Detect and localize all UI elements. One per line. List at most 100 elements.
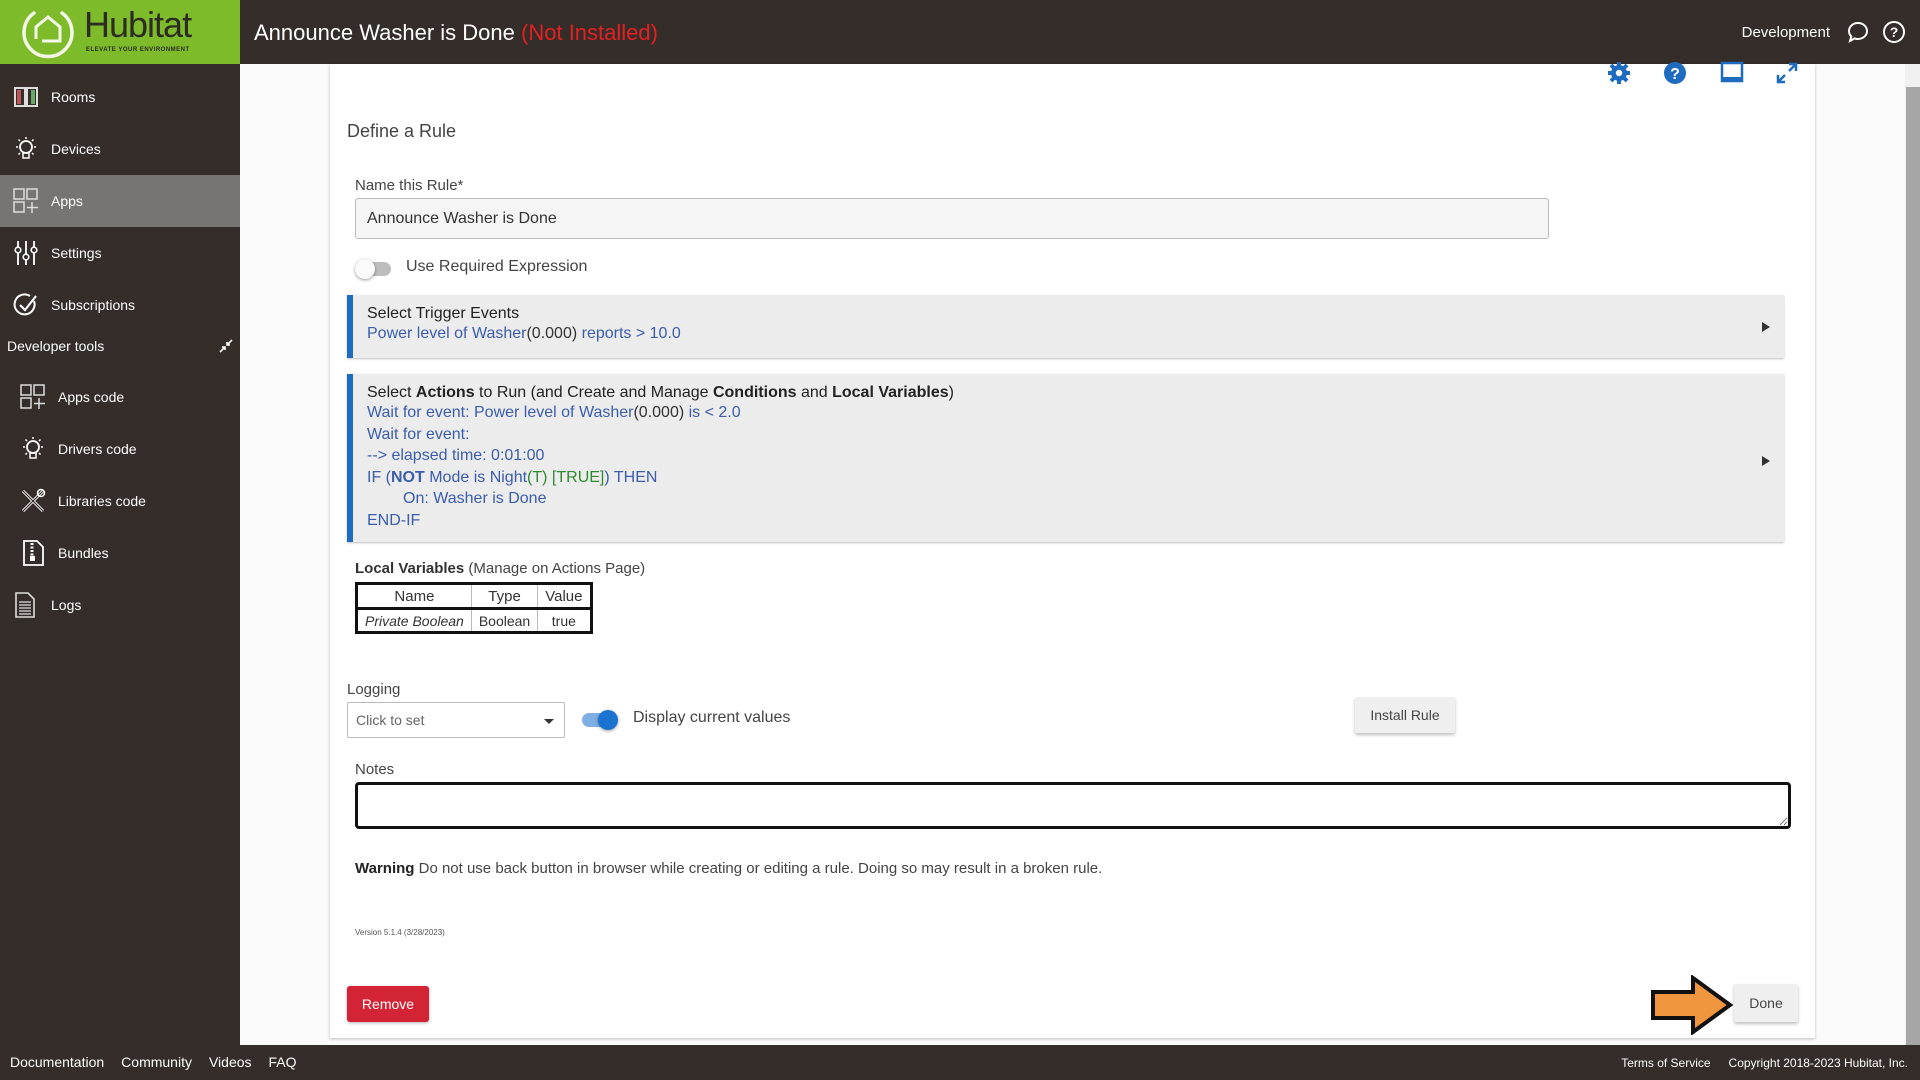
sidebar-item-drivers-code[interactable]: Drivers code	[0, 423, 240, 475]
sidebar-item-label: Apps	[51, 193, 83, 209]
sliders-icon	[14, 241, 38, 265]
app-title: Announce Washer is Done	[254, 20, 515, 45]
sidebar-item-label: Devices	[51, 141, 101, 157]
chat-icon[interactable]	[1846, 20, 1870, 44]
display-current-values-toggle[interactable]	[582, 710, 618, 730]
house-logo-icon	[22, 11, 74, 59]
footer-link-community[interactable]: Community	[121, 1054, 192, 1070]
footer-link-documentation[interactable]: Documentation	[10, 1054, 104, 1070]
rule-name-input[interactable]	[355, 198, 1549, 239]
window-icon[interactable]	[1719, 60, 1745, 86]
sidebar-item-logs[interactable]: Logs	[0, 579, 240, 631]
hubitat-logo[interactable]: Hubitat ELEVATE YOUR ENVIRONMENT	[0, 0, 240, 64]
notes-label: Notes	[355, 761, 395, 778]
brand-tagline: ELEVATE YOUR ENVIRONMENT	[86, 47, 190, 53]
help-icon[interactable]: ?	[1662, 60, 1688, 86]
trigger-events-title: Select Trigger Events	[367, 305, 520, 322]
page-title: Announce Washer is Done (Not Installed)	[254, 20, 658, 46]
copyright-text: Copyright 2018-2023 Hubitat, Inc.	[1728, 1056, 1908, 1070]
trigger-events-panel[interactable]: Select Trigger Events Power level of Was…	[347, 295, 1784, 358]
variable-value: true	[537, 608, 592, 633]
actions-panel[interactable]: Select Actions to Run (and Create and Ma…	[347, 374, 1784, 542]
rooms-icon	[14, 87, 38, 107]
bulb-icon	[23, 437, 43, 459]
developer-tools-label: Developer tools	[7, 338, 105, 354]
sidebar-item-label: Bundles	[58, 545, 109, 561]
sidebar-item-subscriptions[interactable]: Subscriptions	[0, 279, 240, 331]
rule-name-label: Name this Rule*	[355, 177, 464, 194]
local-variables-table: Name Type Value Private Boolean Boolean …	[355, 582, 593, 634]
action-line: Wait for event:	[367, 425, 470, 443]
pointer-arrow-icon	[1651, 975, 1734, 1035]
required-expression-toggle[interactable]	[355, 259, 391, 279]
footer-link-videos[interactable]: Videos	[209, 1054, 252, 1070]
toggle-knob	[598, 710, 618, 730]
footer-link-faq[interactable]: FAQ	[269, 1054, 297, 1070]
version-text: Version 5.1.4 (3/28/2023)	[355, 928, 445, 937]
sidebar-item-devices[interactable]: Devices	[0, 123, 240, 175]
apps-icon	[13, 188, 38, 213]
toggle-knob	[355, 259, 375, 279]
sidebar-item-apps-code[interactable]: Apps code	[0, 371, 240, 423]
sidebar: Rooms Devices Apps Settings Subscription…	[0, 64, 240, 1045]
remove-button[interactable]: Remove	[347, 986, 429, 1022]
dropdown-caret-icon	[544, 719, 554, 724]
gear-icon[interactable]	[1606, 60, 1632, 86]
bulb-icon	[16, 137, 36, 159]
document-icon	[15, 592, 35, 618]
logging-select[interactable]: Click to set	[347, 702, 565, 738]
tools-icon	[21, 488, 46, 513]
sidebar-item-libraries-code[interactable]: Libraries code	[0, 475, 240, 527]
scrollbar-thumb[interactable]	[1906, 87, 1920, 1045]
section-title: Define a Rule	[347, 121, 457, 141]
footer: Documentation Community Videos FAQ Terms…	[0, 1045, 1920, 1080]
sidebar-item-apps[interactable]: Apps	[0, 175, 240, 227]
developer-tools-section[interactable]: Developer tools	[7, 338, 233, 354]
collapse-icon[interactable]	[219, 339, 233, 353]
action-line: On: Washer is Done	[403, 490, 547, 507]
hub-name[interactable]: Development	[1742, 24, 1830, 41]
variable-name: Private Boolean	[356, 608, 472, 633]
sidebar-item-label: Settings	[51, 245, 102, 261]
column-header: Name	[356, 583, 472, 609]
variable-type: Boolean	[470, 608, 539, 633]
expand-arrow-icon[interactable]	[1762, 322, 1770, 332]
logging-placeholder: Click to set	[356, 712, 425, 728]
sidebar-item-label: Libraries code	[58, 493, 146, 509]
terms-of-service-link[interactable]: Terms of Service	[1621, 1056, 1710, 1070]
zip-file-icon	[23, 540, 44, 566]
column-header: Value	[537, 583, 592, 609]
logging-label: Logging	[347, 681, 401, 698]
sidebar-item-label: Apps code	[58, 389, 125, 405]
sidebar-item-label: Drivers code	[58, 441, 137, 457]
expand-icon[interactable]	[1774, 60, 1800, 86]
action-line: Wait for event: Power level of Washer(0.…	[367, 404, 741, 421]
top-header: Hubitat ELEVATE YOUR ENVIRONMENT Announc…	[0, 0, 1920, 64]
install-status: (Not Installed)	[521, 20, 658, 45]
help-icon[interactable]: ?	[1882, 20, 1906, 44]
sidebar-item-label: Rooms	[51, 89, 96, 105]
sidebar-item-bundles[interactable]: Bundles	[0, 527, 240, 579]
table-header-row: Name Type Value	[356, 583, 592, 609]
check-circle-icon	[13, 293, 37, 316]
install-rule-button[interactable]: Install Rule	[1355, 697, 1455, 733]
sidebar-item-settings[interactable]: Settings	[0, 227, 240, 279]
actions-title: Select Actions to Run (and Create and Ma…	[367, 384, 954, 401]
column-header: Type	[470, 583, 539, 609]
expand-arrow-icon[interactable]	[1762, 456, 1770, 466]
sidebar-item-label: Subscriptions	[51, 297, 136, 313]
action-line: END-IF	[367, 511, 421, 529]
svg-text:?: ?	[1890, 24, 1899, 40]
svg-text:?: ?	[1670, 66, 1680, 83]
table-row: Private Boolean Boolean true	[356, 608, 592, 633]
trigger-event-line: Power level of Washer(0.000) reports > 1…	[367, 325, 681, 342]
local-variables-title: Local Variables (Manage on Actions Page)	[355, 560, 646, 577]
apps-icon	[20, 384, 45, 409]
action-line: IF (NOT Mode is Night(T) [TRUE]) THEN	[367, 468, 658, 486]
display-current-values-label: Display current values	[633, 709, 791, 726]
done-button[interactable]: Done	[1734, 984, 1798, 1022]
warning-message: Warning Do not use back button in browse…	[355, 860, 1103, 877]
notes-textarea[interactable]	[355, 782, 1791, 829]
sidebar-item-rooms[interactable]: Rooms	[0, 71, 240, 123]
brand-name: Hubitat	[84, 4, 192, 45]
